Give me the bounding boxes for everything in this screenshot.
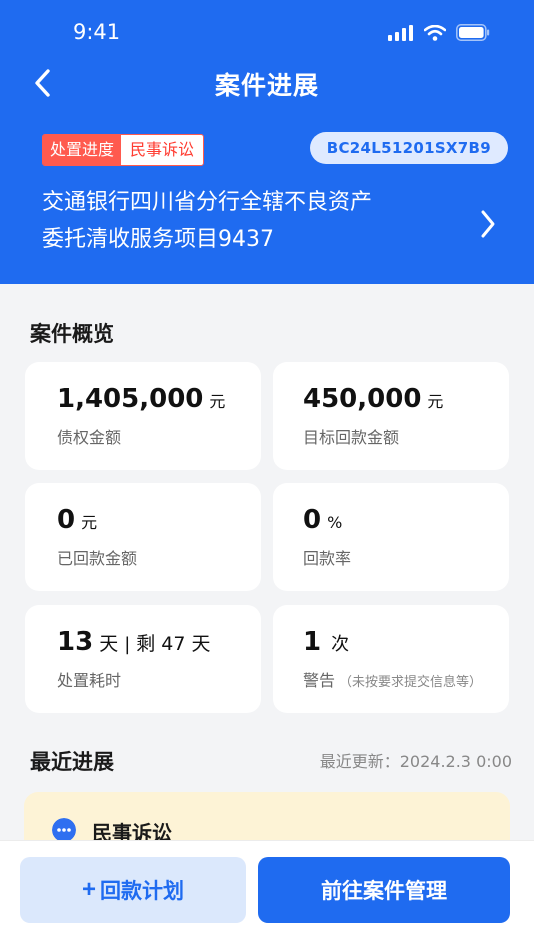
card-recovery-rate: 0 % 回款率 (273, 483, 509, 591)
warning-note: （未按要求提交信息等） (339, 675, 483, 690)
tag-stage: 处置进度 (43, 135, 122, 165)
card-unit: 元 (81, 513, 98, 532)
card-value: 0 % (303, 505, 342, 535)
card-number: 1 (303, 627, 322, 657)
card-value: 450,000 元 (303, 384, 443, 414)
status-icons (388, 24, 490, 41)
wifi-icon (424, 24, 446, 41)
card-separator: | (124, 634, 131, 655)
payment-plan-label: 回款计划 (100, 880, 184, 903)
payment-plan-button[interactable]: + 回款计划 (20, 857, 246, 923)
card-received-amount: 0 元 已回款金额 (25, 483, 261, 591)
card-debt-amount: 1,405,000 元 债权金额 (25, 362, 261, 470)
card-target-amount: 450,000 元 目标回款金额 (273, 362, 509, 470)
bottom-action-bar: + 回款计划 前往案件管理 (0, 840, 534, 951)
card-unit: 次 (331, 634, 350, 655)
status-tag: 处置进度 民事诉讼 (42, 134, 205, 166)
card-warnings: 1 次 警告 （未按要求提交信息等） (273, 605, 509, 713)
status-bar: 9:41 (0, 0, 534, 68)
status-time: 9:41 (73, 20, 121, 44)
nav-bar: 案件进展 (0, 60, 534, 106)
card-remaining-value: 47 (161, 633, 186, 655)
card-label: 回款率 (303, 549, 352, 568)
project-title-line1: 交通银行四川省分行全辖不良资产 (42, 190, 373, 215)
page-title: 案件进展 (214, 71, 319, 100)
card-unit: % (327, 513, 343, 532)
case-code-badge: BC24L51201SX7B9 (309, 132, 508, 164)
header: 9:41 案件进展 处置进度 民事诉讼 BC24L51201SX7B9 交通银行… (0, 0, 534, 284)
card-label: 已回款金额 (57, 549, 138, 568)
card-number: 1,405,000 (57, 384, 204, 414)
card-value: 13 天 | 剩 47 天 (57, 627, 211, 657)
card-number: 450,000 (303, 384, 422, 414)
more-dots-icon (52, 818, 76, 842)
card-unit: 天 (99, 633, 119, 655)
recent-title: 最近进展 (30, 750, 114, 774)
card-remaining-unit: 天 (191, 633, 211, 655)
card-unit: 元 (427, 392, 444, 411)
card-value: 1 次 (303, 627, 349, 657)
card-label: 处置耗时 (57, 671, 122, 690)
card-label: 目标回款金额 (303, 428, 400, 447)
warning-label: 警告 (303, 671, 336, 690)
card-remaining-prefix: 剩 (136, 633, 156, 655)
card-value: 1,405,000 元 (57, 384, 225, 414)
card-number: 0 (57, 505, 76, 535)
card-label: 债权金额 (57, 428, 122, 447)
project-title[interactable]: 交通银行四川省分行全辖不良资产 委托清收服务项目9437 (42, 184, 442, 258)
card-label: 警告 （未按要求提交信息等） (303, 667, 482, 691)
card-unit: 元 (209, 392, 226, 411)
signal-icon (388, 24, 413, 41)
last-updated: 最近更新：2024.2.3 0:00 (320, 748, 512, 772)
tag-type: 民事诉讼 (121, 135, 204, 165)
card-duration: 13 天 | 剩 47 天 处置耗时 (25, 605, 261, 713)
last-updated-label: 最近更新： (319, 752, 400, 771)
card-value: 0 元 (57, 505, 97, 535)
chevron-right-icon[interactable] (480, 209, 496, 239)
card-number: 0 (303, 505, 322, 535)
card-number: 13 (57, 627, 94, 657)
case-management-button[interactable]: 前往案件管理 (258, 857, 510, 923)
overview-title: 案件概览 (30, 322, 114, 346)
battery-icon (456, 24, 490, 41)
last-updated-time: 2024.2.3 0:00 (399, 752, 512, 771)
plus-icon: + (81, 876, 96, 903)
project-title-line2: 委托清收服务项目9437 (42, 227, 274, 252)
